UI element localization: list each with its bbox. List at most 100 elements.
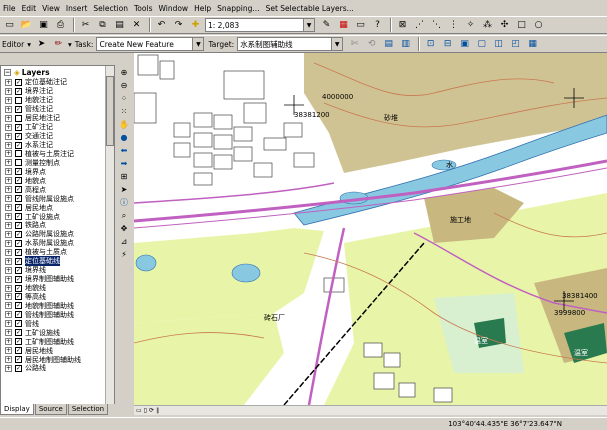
layer-visibility-checkbox[interactable]: ✓ xyxy=(15,248,22,256)
pan-icon[interactable]: ✋ xyxy=(118,119,131,131)
menu-edit[interactable]: Edit xyxy=(22,4,37,13)
expand-icon[interactable]: + xyxy=(5,168,12,176)
layer-visibility-checkbox[interactable]: ✓ xyxy=(15,302,22,310)
hyperlink-icon[interactable]: ⚡ xyxy=(118,249,131,261)
layer-visibility-checkbox[interactable]: ✓ xyxy=(15,347,22,355)
expand-icon[interactable]: + xyxy=(5,186,12,194)
zoom-out-fixed-icon[interactable]: ⊟ xyxy=(440,37,455,52)
expand-icon[interactable]: + xyxy=(5,204,12,212)
expand-icon[interactable]: + xyxy=(5,230,12,238)
toc-scrollbar[interactable] xyxy=(105,66,114,404)
map-canvas[interactable] xyxy=(134,53,607,405)
layer-visibility-checkbox[interactable]: ✓ xyxy=(15,364,22,372)
layer-row[interactable]: + ✓ 工矿设施点 xyxy=(1,212,114,221)
add-data-icon[interactable]: ✚ xyxy=(188,18,203,33)
layer-row[interactable]: + ✓ 公路线 xyxy=(1,364,114,373)
layer-visibility-checkbox[interactable]: ✓ xyxy=(15,213,22,221)
expand-icon[interactable]: + xyxy=(5,177,12,185)
select-features-icon[interactable]: ▣ xyxy=(457,37,472,52)
new-icon[interactable]: ▭ xyxy=(2,18,17,33)
attribute-icon[interactable]: ⁂ xyxy=(480,18,495,33)
toc-root[interactable]: − ◈ Layers xyxy=(1,66,114,78)
arctoolbox-icon[interactable]: ▦ xyxy=(336,18,351,33)
editor-menu[interactable]: Editor xyxy=(2,40,24,49)
layer-row[interactable]: + ✓ 工矿制图辅助线 xyxy=(1,337,114,346)
table-icon[interactable]: ▦ xyxy=(525,37,540,52)
topology-icon[interactable]: ⊠ xyxy=(395,18,410,33)
layer-visibility-checkbox[interactable]: ✓ xyxy=(15,177,22,185)
menu-snapping[interactable]: Snapping... xyxy=(217,4,259,13)
layer-row[interactable]: + ✓ 工矿注记 xyxy=(1,123,114,132)
chevron-down-icon[interactable]: ▼ xyxy=(192,38,204,50)
open-icon[interactable]: 📂 xyxy=(19,18,34,33)
tab-source[interactable]: Source xyxy=(34,404,67,415)
layer-visibility-checkbox[interactable]: ✓ xyxy=(15,195,22,203)
undo-icon[interactable]: ↶ xyxy=(154,18,169,33)
clear-selection-icon[interactable]: ▢ xyxy=(474,37,489,52)
sketch-properties-icon[interactable]: ▥ xyxy=(398,37,413,52)
layer-visibility-checkbox[interactable]: ✓ xyxy=(15,320,22,328)
expand-icon[interactable]: + xyxy=(5,87,12,95)
sketch-icon[interactable]: ✣ xyxy=(497,18,512,33)
tab-display[interactable]: Display xyxy=(0,404,34,415)
menu-tools[interactable]: Tools xyxy=(134,4,152,13)
layer-visibility-checkbox[interactable]: ✓ xyxy=(15,356,22,364)
identify-results-icon[interactable]: ◰ xyxy=(508,37,523,52)
layer-visibility-checkbox[interactable]: ✓ xyxy=(15,284,22,292)
layer-visibility-checkbox[interactable]: ✓ xyxy=(15,311,22,319)
layer-visibility-checkbox[interactable] xyxy=(15,150,22,158)
layer-row[interactable]: + ✓ 境界制图辅助线 xyxy=(1,275,114,284)
split-icon[interactable]: ⋮ xyxy=(446,18,461,33)
split-tool-icon[interactable]: ✄ xyxy=(347,37,362,52)
layer-row[interactable]: + ✓ 定位基础注记 xyxy=(1,78,114,87)
task-combo[interactable]: Create New Feature ▼ xyxy=(96,37,205,51)
layer-row[interactable]: + ✓ 地貌点 xyxy=(1,176,114,185)
reshape-icon[interactable]: ⋱ xyxy=(429,18,444,33)
layer-visibility-checkbox[interactable]: ✓ xyxy=(15,132,22,140)
layer-row[interactable]: + ✓ 地貌线 xyxy=(1,284,114,293)
zoom-in-icon[interactable]: ⊕ xyxy=(118,67,131,79)
rotate-icon[interactable]: ✧ xyxy=(463,18,478,33)
edit-tool-icon[interactable]: ➤ xyxy=(34,37,49,52)
data-view-icon[interactable]: ▭ xyxy=(136,407,142,414)
tab-selection[interactable]: Selection xyxy=(67,404,109,415)
layer-row[interactable]: + 地貌注记 xyxy=(1,96,114,105)
expand-icon[interactable]: + xyxy=(5,293,12,301)
layer-visibility-checkbox[interactable]: ✓ xyxy=(15,204,22,212)
fixed-zoom-in-icon[interactable]: ⁘ xyxy=(118,93,131,105)
print-icon[interactable]: ⎙ xyxy=(53,18,68,33)
expand-icon[interactable]: + xyxy=(5,195,12,203)
rotate-tool-icon[interactable]: ⟲ xyxy=(364,37,379,52)
expand-icon[interactable]: + xyxy=(5,347,12,355)
layer-row[interactable]: + ✓ 境界注记 xyxy=(1,87,114,96)
layer-visibility-checkbox[interactable]: ✓ xyxy=(15,239,22,247)
menu-view[interactable]: View xyxy=(42,4,60,13)
expand-icon[interactable]: + xyxy=(5,302,12,310)
layer-visibility-checkbox[interactable] xyxy=(15,159,22,167)
zoom-in-fixed-icon[interactable]: ⊡ xyxy=(423,37,438,52)
paste-icon[interactable]: ▤ xyxy=(112,18,127,33)
expand-icon[interactable]: + xyxy=(5,213,12,221)
chevron-down-icon[interactable]: ▾ xyxy=(68,40,72,49)
sketch-tool-icon[interactable]: ✏ xyxy=(51,37,66,52)
expand-icon[interactable]: + xyxy=(5,266,12,274)
expand-icon[interactable]: + xyxy=(5,311,12,319)
expand-icon[interactable]: + xyxy=(5,239,12,247)
expand-icon[interactable]: + xyxy=(5,248,12,256)
layer-visibility-checkbox[interactable]: ✓ xyxy=(15,78,22,86)
expand-icon[interactable]: + xyxy=(5,96,12,104)
expand-icon[interactable]: + xyxy=(5,364,12,372)
layer-visibility-checkbox[interactable]: ✓ xyxy=(15,123,22,131)
expand-icon[interactable]: + xyxy=(5,338,12,346)
forward-extent-icon[interactable]: ➡ xyxy=(118,158,131,170)
layer-row[interactable]: + ✓ 管线附属设施点 xyxy=(1,194,114,203)
target-combo[interactable]: 水系制图辅助线 ▼ xyxy=(237,37,344,51)
expand-icon[interactable]: + xyxy=(5,284,12,292)
expand-icon[interactable]: + xyxy=(5,132,12,140)
layer-visibility-checkbox[interactable]: ✓ xyxy=(15,186,22,194)
layer-visibility-checkbox[interactable]: ✓ xyxy=(15,257,22,265)
layer-visibility-checkbox[interactable] xyxy=(15,96,22,104)
layer-row[interactable]: + ✓ 交通注记 xyxy=(1,132,114,141)
layer-visibility-checkbox[interactable]: ✓ xyxy=(15,141,22,149)
zoom-out-icon[interactable]: ⊖ xyxy=(118,80,131,92)
